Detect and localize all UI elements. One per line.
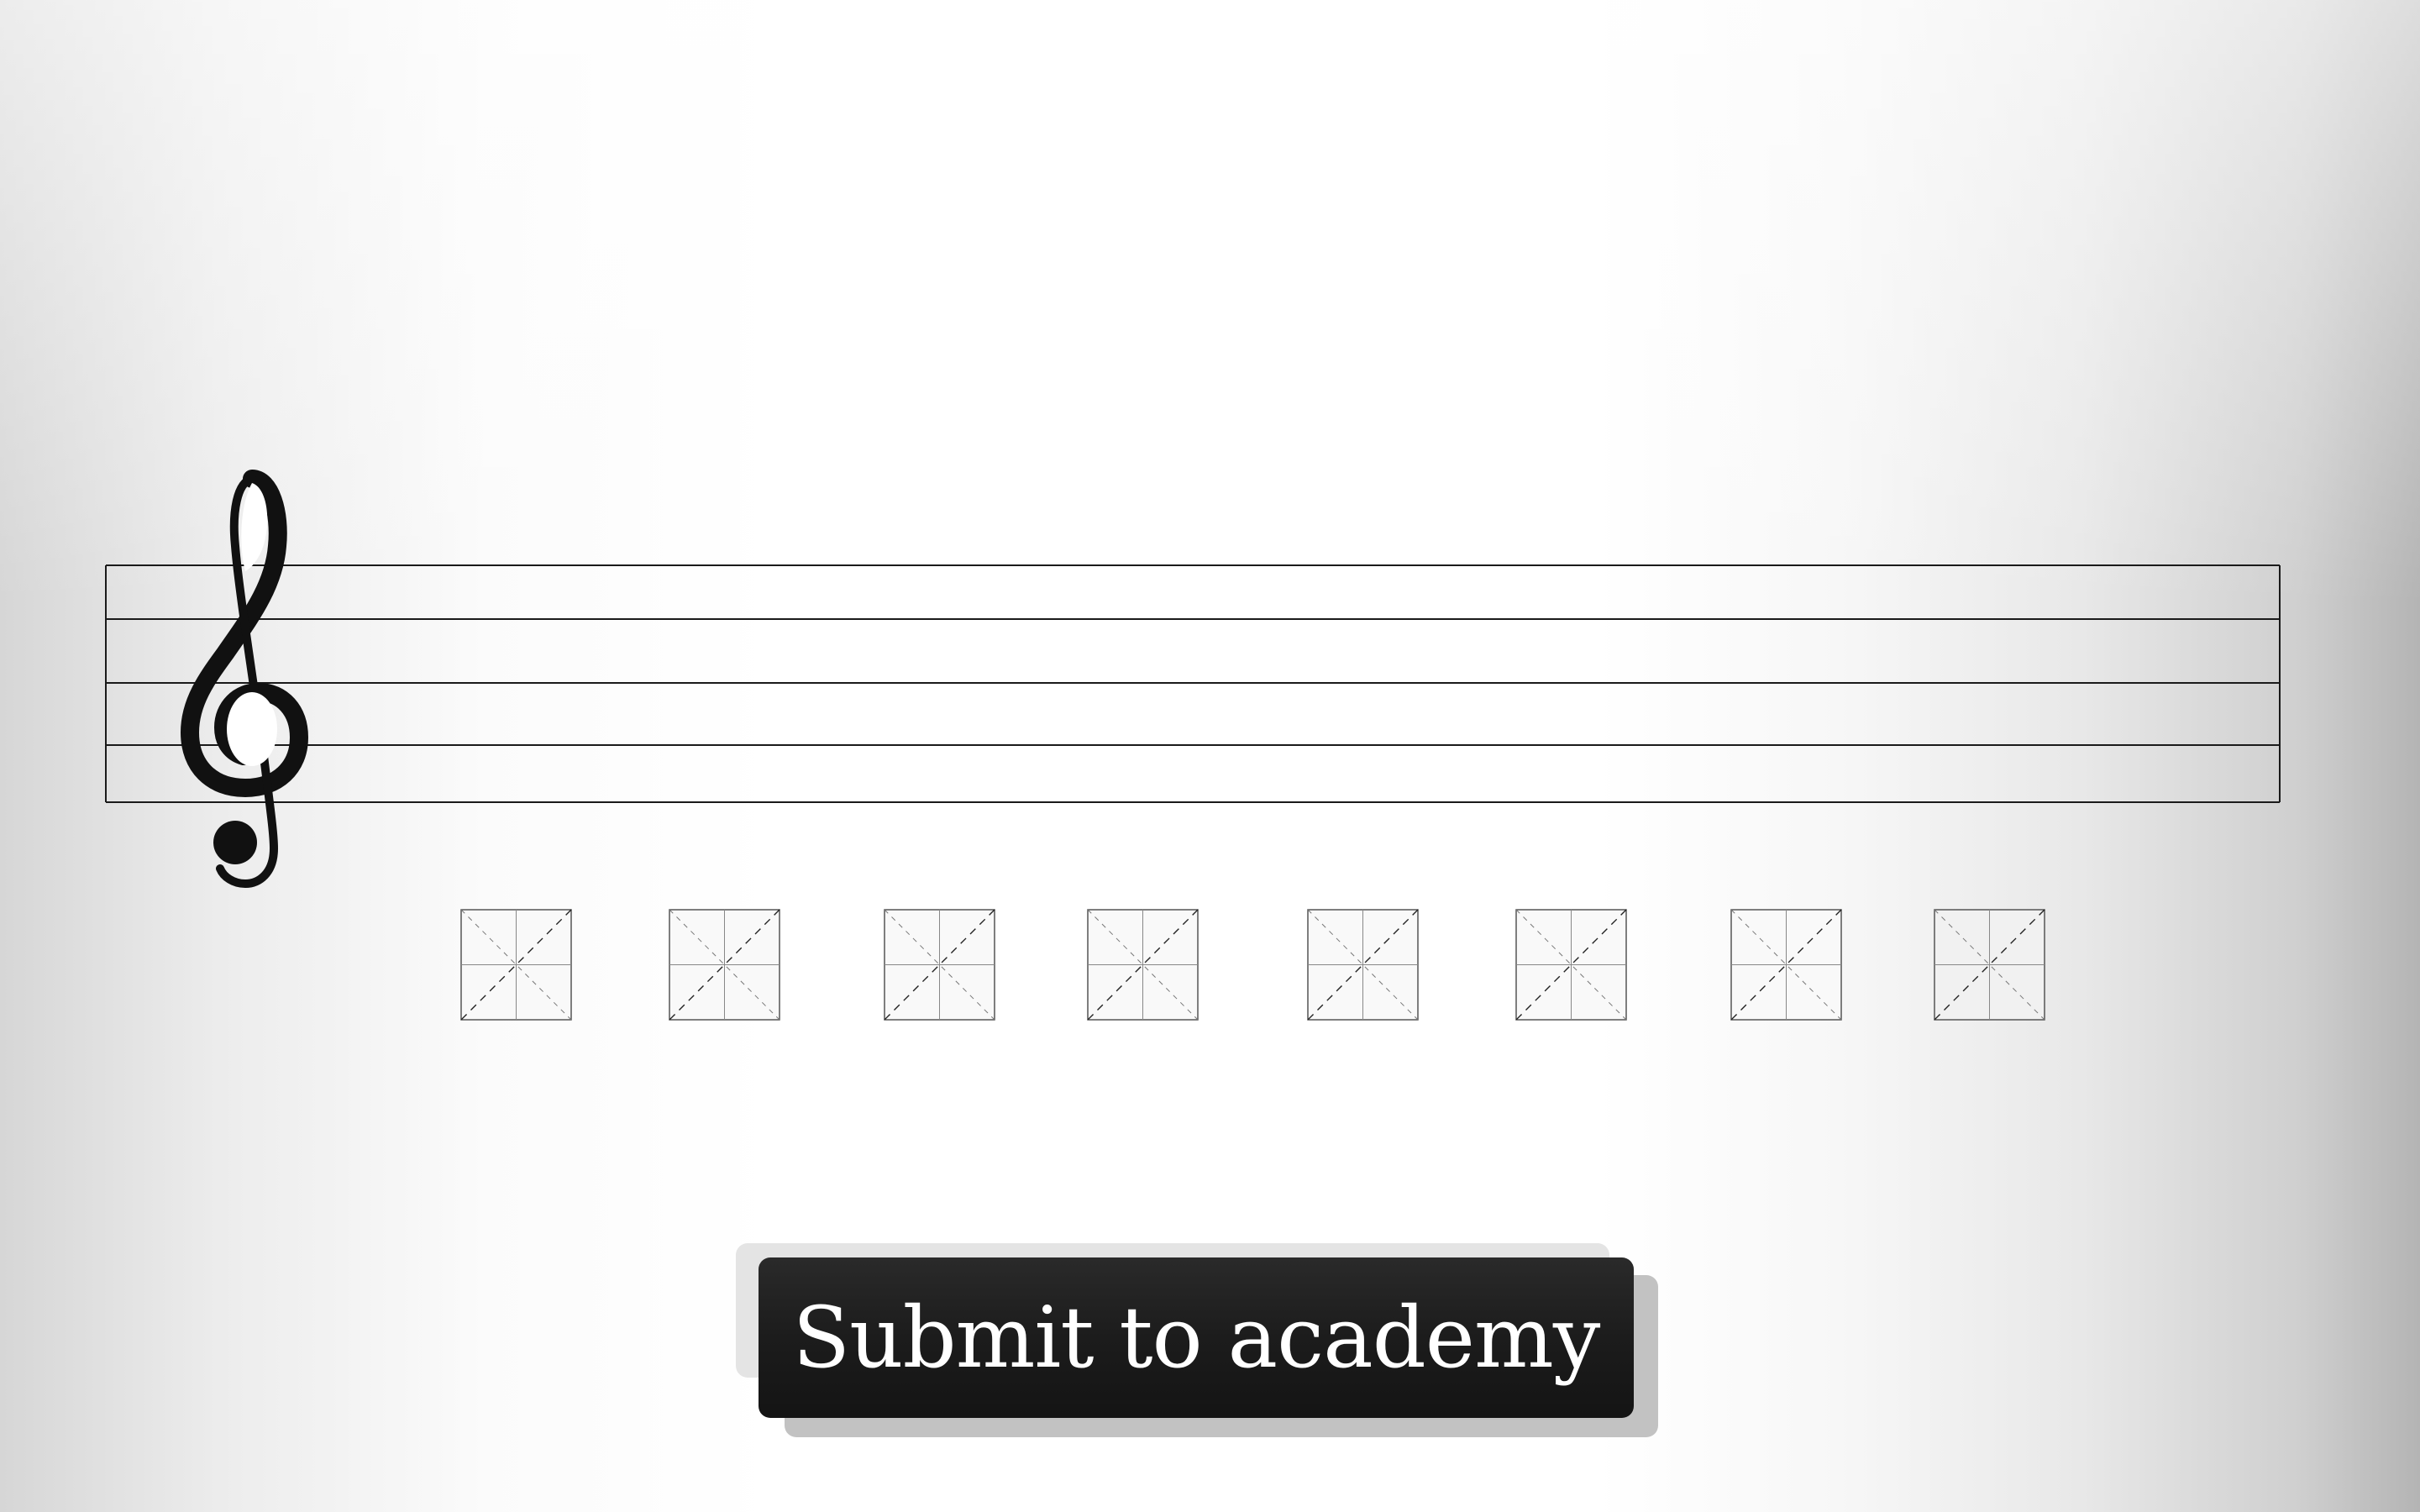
answer-slot-7[interactable]: [1730, 909, 1842, 1021]
submit-to-academy-button[interactable]: Submit to academy: [759, 1257, 1634, 1418]
answer-slot-4[interactable]: [1087, 909, 1199, 1021]
answer-slot-8[interactable]: [1934, 909, 2045, 1021]
empty-slot-grid-icon: [1087, 909, 1199, 1021]
answer-slot-5[interactable]: [1307, 909, 1419, 1021]
empty-slot-grid-icon: [1515, 909, 1627, 1021]
empty-slot-grid-icon: [1307, 909, 1419, 1021]
treble-clef-icon: [180, 470, 309, 889]
answer-slot-2[interactable]: [669, 909, 780, 1021]
empty-slot-grid-icon: [460, 909, 572, 1021]
staff-lines: [105, 470, 2281, 889]
music-staff: [0, 0, 2420, 924]
empty-slot-grid-icon: [1730, 909, 1842, 1021]
submit-area: Submit to academy: [736, 1243, 1660, 1441]
answer-slot-6[interactable]: [1515, 909, 1627, 1021]
empty-slot-grid-icon: [1934, 909, 2045, 1021]
answer-slot-1[interactable]: [460, 909, 572, 1021]
answer-slot-3[interactable]: [884, 909, 995, 1021]
empty-slot-grid-icon: [669, 909, 780, 1021]
empty-slot-grid-icon: [884, 909, 995, 1021]
